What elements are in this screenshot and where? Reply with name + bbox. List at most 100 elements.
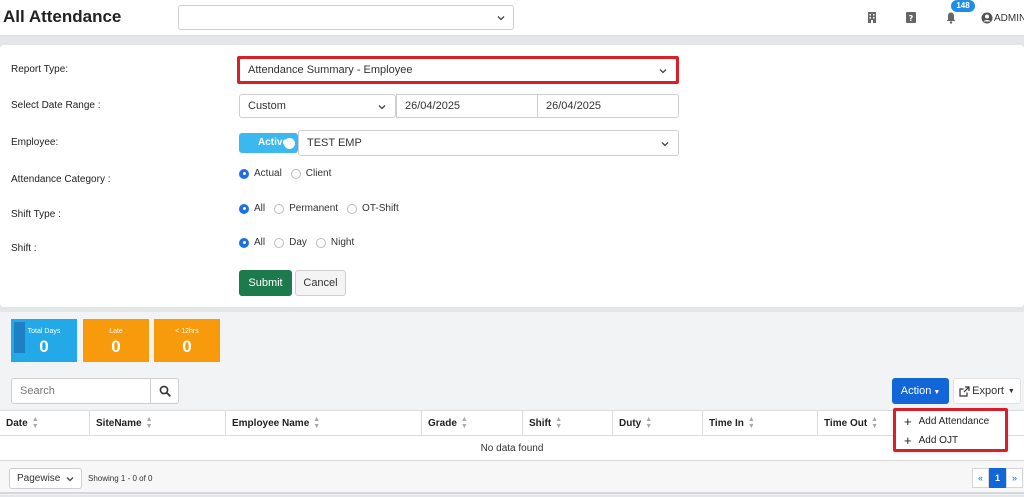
pagewise-label: Pagewise (17, 473, 61, 484)
report-type-highlight (237, 56, 679, 84)
stat-total-days: Total Days 0 (11, 319, 77, 362)
radio-ot-shift[interactable]: OT-Shift (347, 203, 399, 214)
sort-icon: ▲ ▼ (313, 416, 321, 431)
stat-total-days-title: Total Days (27, 328, 61, 335)
shift-label: Shift : (11, 243, 37, 254)
search-icon (159, 385, 171, 397)
sort-icon: ▲ ▼ (145, 416, 153, 431)
column-header-employee-name-label: Employee Name (232, 418, 310, 429)
top-select-dropdown[interactable] (178, 5, 514, 30)
radio-permanent-label: Permanent (289, 203, 339, 214)
column-header-time-out-label: Time Out (824, 418, 868, 429)
column-header-employee-name[interactable]: Employee Name ▲ ▼ (226, 411, 422, 436)
user-menu[interactable]: ADMIN (981, 11, 1024, 25)
radio-shift-type-all-label: All (254, 203, 266, 214)
chevron-down-icon (65, 474, 75, 484)
column-header-shift-label: Shift (529, 418, 552, 429)
cancel-button[interactable]: Cancel (295, 270, 346, 296)
radio-night-label: Night (330, 237, 355, 248)
radio-day-label: Day (289, 237, 307, 248)
column-header-sitename-label: SiteName (96, 418, 142, 429)
radio-shift-all[interactable]: All (239, 237, 265, 248)
radio-client-label: Client (305, 168, 332, 179)
column-header-sitename[interactable]: SiteName ▲ ▼ (90, 411, 226, 436)
radio-checked-icon (239, 168, 249, 179)
radio-unchecked-icon (274, 237, 285, 248)
submit-button[interactable]: Submit (239, 270, 292, 296)
radio-permanent[interactable]: Permanent (274, 203, 338, 214)
radio-checked-icon (239, 237, 249, 248)
date-to-input[interactable]: 26/04/2025 (537, 94, 679, 118)
sort-icon: ▲ ▼ (460, 416, 468, 431)
column-header-date-label: Date (6, 418, 28, 429)
user-name: ADMIN (994, 12, 1024, 24)
pagination-prev[interactable]: « (972, 468, 989, 488)
column-header-shift[interactable]: Shift ▲ ▼ (523, 411, 613, 436)
help-icon[interactable]: ? (905, 11, 917, 24)
bell-icon[interactable] (945, 11, 957, 24)
chevron-down-icon (660, 139, 670, 149)
date-range-type-select[interactable]: Custom (239, 94, 396, 118)
chevron-down-icon (496, 13, 506, 23)
stat-under-12hrs-title: < 12hrs (175, 328, 199, 335)
column-header-grade-label: Grade (428, 418, 457, 429)
pagination-page[interactable]: 1 (989, 468, 1006, 488)
showing-count: Showing 1 - 0 of 0 (88, 474, 153, 483)
attendance-category-label: Attendance Category : (11, 174, 111, 185)
column-header-duty-label: Duty (619, 418, 642, 429)
column-header-time-in[interactable]: Time In ▲ ▼ (703, 411, 818, 436)
top-bar: All Attendance ? 148 ADMIN (0, 0, 1024, 36)
employee-select[interactable]: TEST EMP (298, 130, 679, 156)
column-header-grade[interactable]: Grade ▲ ▼ (422, 411, 523, 436)
chevron-down-icon (377, 102, 387, 112)
sort-icon: ▲ ▼ (645, 416, 653, 431)
caret-down-icon: ▼ (1007, 387, 1015, 395)
search-input[interactable] (11, 378, 151, 404)
export-button-label: Export (972, 385, 1004, 397)
notification-badge: 148 (951, 0, 975, 12)
radio-night[interactable]: Night (315, 237, 355, 248)
column-header-duty[interactable]: Duty ▲ ▼ (613, 411, 703, 436)
user-icon (981, 12, 993, 24)
radio-shift-type-all[interactable]: All (239, 203, 265, 214)
sort-icon: ▲ ▼ (871, 416, 879, 431)
employee-label: Employee: (11, 137, 59, 148)
column-header-date[interactable]: Date ▲ ▼ (0, 411, 90, 436)
shift-type-label: Shift Type : (11, 209, 61, 220)
stat-late-title: Late (109, 328, 123, 335)
table-footer (0, 462, 1024, 494)
stat-under-12hrs-value: 0 (182, 337, 192, 356)
radio-actual-label: Actual (254, 168, 282, 179)
radio-unchecked-icon (347, 203, 358, 214)
pagination: « 1 » (972, 468, 1023, 488)
building-icon[interactable] (866, 11, 878, 24)
external-link-icon (959, 385, 970, 397)
table-header: Date ▲ ▼ SiteName ▲ ▼ Employee Name ▲ ▼ Grade ▲… (0, 410, 1024, 436)
employee-value: TEST EMP (307, 137, 362, 149)
search-button[interactable] (150, 378, 179, 404)
pagewise-select[interactable]: Pagewise (9, 468, 82, 489)
action-button-label: Action (900, 385, 932, 397)
sort-icon: ▲ ▼ (747, 416, 755, 431)
stat-late: Late 0 (83, 319, 149, 362)
action-button[interactable]: Action ▼ (892, 378, 949, 404)
date-range-type-value: Custom (248, 100, 286, 112)
radio-client[interactable]: Client (290, 168, 332, 179)
radio-actual[interactable]: Actual (239, 168, 282, 179)
toggle-knob (284, 138, 295, 149)
caret-down-icon: ▼ (933, 389, 941, 396)
sort-icon: ▲ ▼ (31, 416, 39, 431)
radio-day[interactable]: Day (274, 237, 307, 248)
pagination-next[interactable]: » (1006, 468, 1023, 488)
date-from-input[interactable]: 26/04/2025 (396, 94, 538, 118)
radio-unchecked-icon (290, 168, 301, 179)
svg-text:?: ? (909, 14, 914, 23)
radio-ot-shift-label: OT-Shift (362, 203, 399, 214)
stat-under-12hrs: < 12hrs 0 (154, 319, 220, 362)
export-button[interactable]: Export ▼ (953, 378, 1021, 404)
date-range-label: Select Date Range : (11, 100, 101, 111)
shift-type-radios: All Permanent OT-Shift (239, 203, 408, 214)
page-title: All Attendance (3, 7, 122, 26)
active-toggle[interactable]: Active (239, 133, 298, 153)
report-form-card (0, 45, 1024, 307)
